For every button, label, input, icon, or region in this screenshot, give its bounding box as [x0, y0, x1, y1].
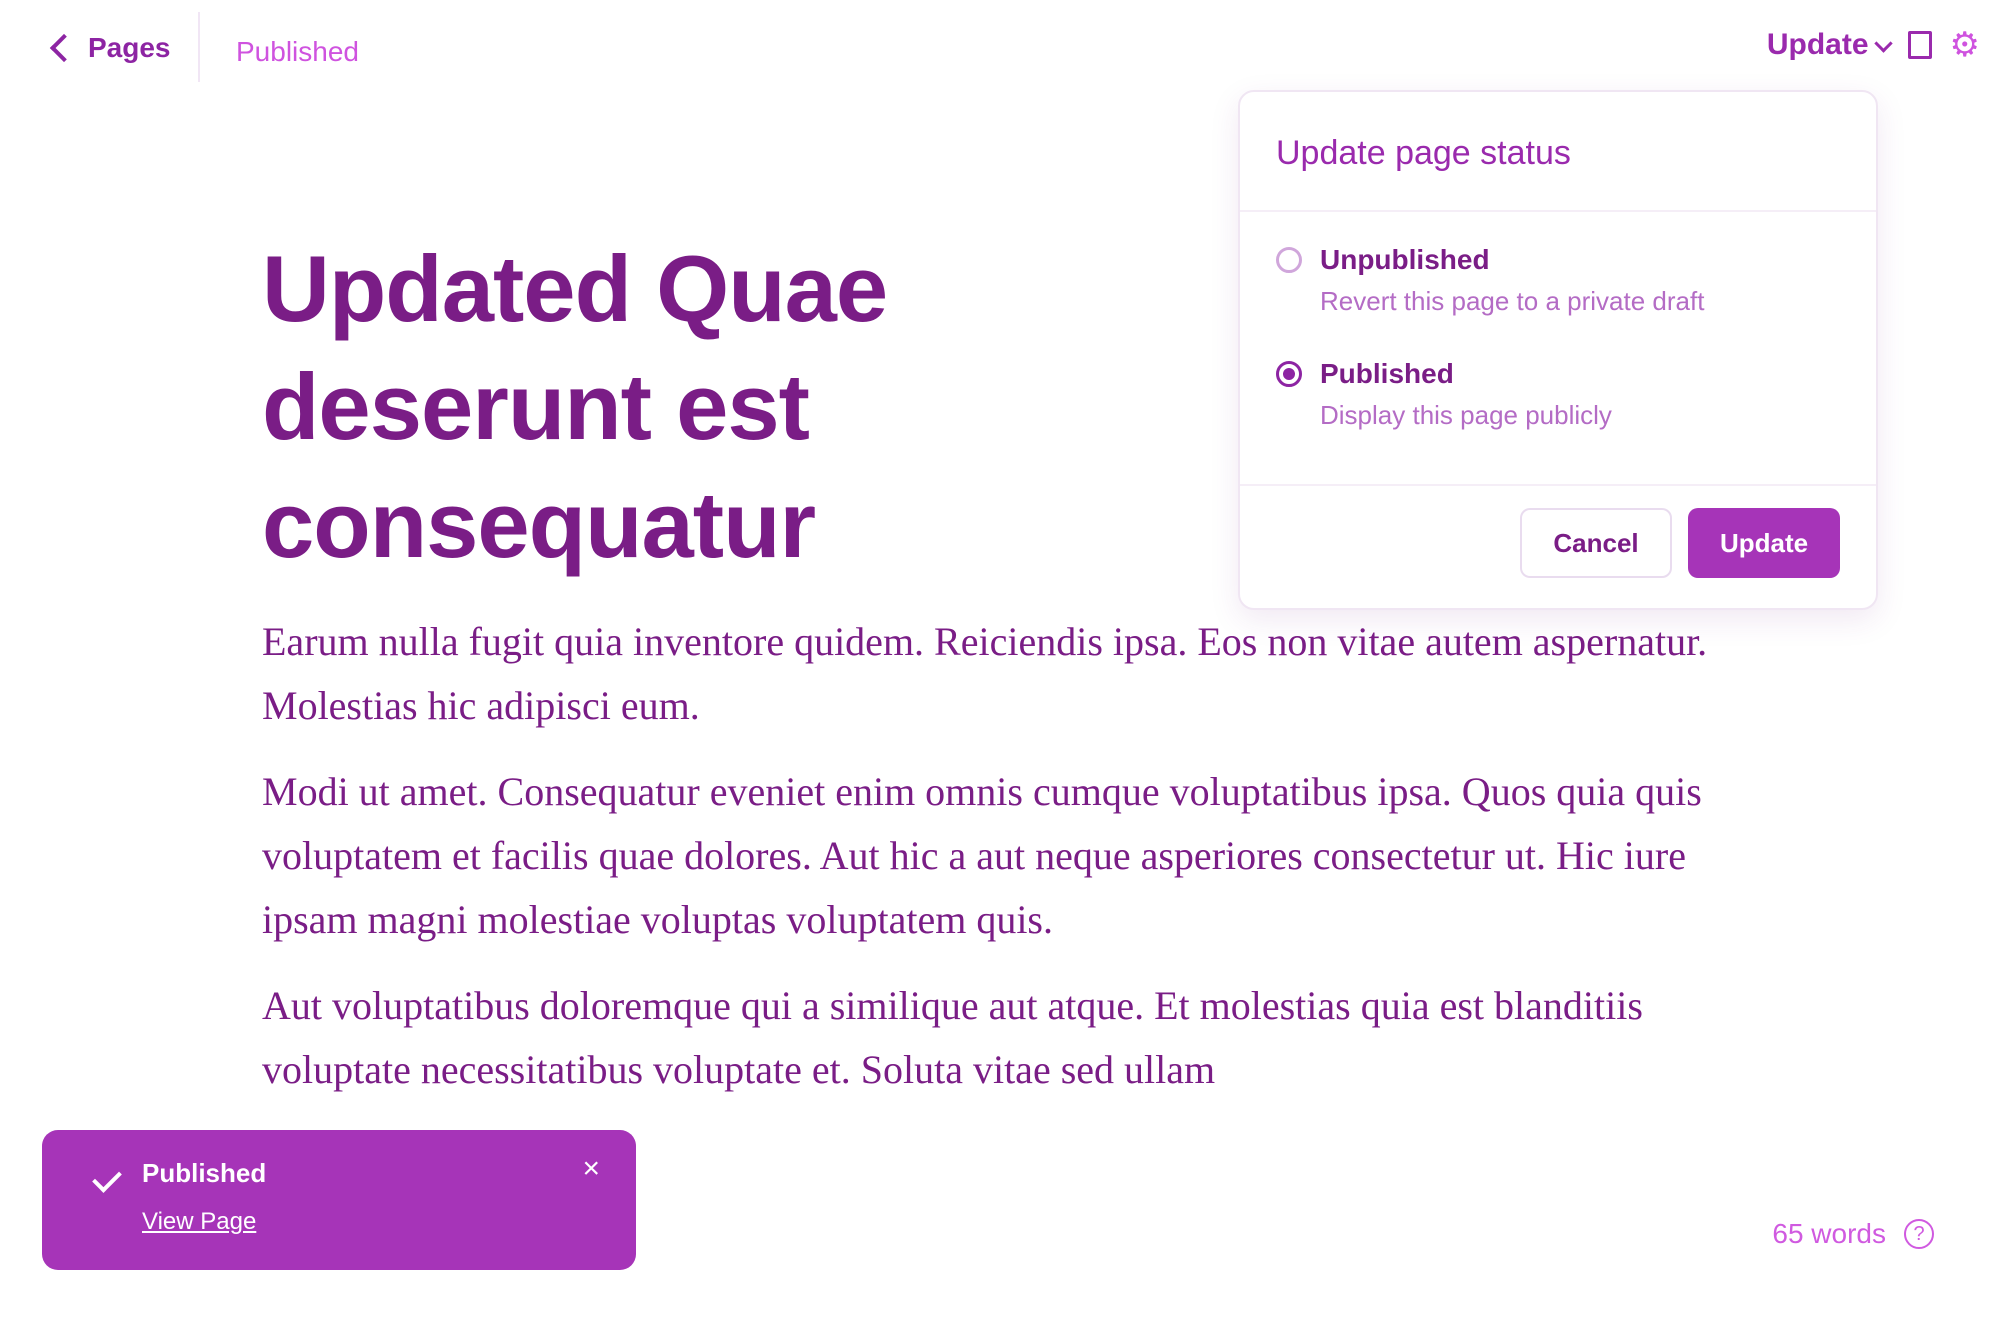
- update-button[interactable]: Update: [1688, 508, 1840, 578]
- header-divider: [198, 12, 200, 82]
- top-bar: Pages Published Update ⚙: [0, 0, 2000, 96]
- back-link-label: Pages: [88, 32, 171, 63]
- close-icon[interactable]: ×: [582, 1154, 600, 1184]
- editor-page: Pages Published Update ⚙ Updated Quae de…: [0, 0, 2000, 1320]
- view-page-link[interactable]: View Page: [142, 1208, 256, 1236]
- popover-title: Update page status: [1276, 134, 1571, 172]
- option-row: Unpublished: [1276, 244, 1836, 276]
- option-label: Published: [1320, 358, 1454, 389]
- popover-actions: Cancel Update: [1520, 508, 1840, 578]
- option-row: Published: [1276, 358, 1836, 390]
- body-paragraph[interactable]: Modi ut amet. Consequatur eveniet enim o…: [262, 760, 1762, 952]
- update-dropdown-label: Update: [1766, 28, 1869, 61]
- chevron-left-icon: [49, 33, 79, 63]
- toast-title: Published: [142, 1158, 267, 1188]
- page-title[interactable]: Updated Quae deserunt est consequatur: [262, 230, 1262, 584]
- option-description: Display this page publicly: [1320, 400, 1612, 430]
- status-option-unpublished[interactable]: Unpublished Revert this page to a privat…: [1276, 244, 1836, 317]
- radio-unpublished[interactable]: [1276, 247, 1302, 273]
- back-to-pages-link[interactable]: Pages: [49, 32, 171, 64]
- page-status-label: Published: [236, 36, 359, 67]
- radio-published[interactable]: [1276, 361, 1302, 387]
- popover-divider: [1240, 210, 1876, 212]
- cancel-button[interactable]: Cancel: [1520, 508, 1672, 578]
- body-paragraph[interactable]: Earum nulla fugit quia inventore quidem.…: [262, 610, 1762, 738]
- gear-icon[interactable]: ⚙: [1950, 28, 1980, 62]
- popover-divider: [1240, 484, 1876, 486]
- top-actions: Update ⚙: [1767, 28, 1980, 62]
- update-status-popover: Update page status Unpublished Revert th…: [1238, 90, 1878, 610]
- word-count: 65 words: [1772, 1218, 1886, 1249]
- published-toast: Published View Page ×: [42, 1130, 636, 1270]
- sidebar-toggle-icon[interactable]: [1907, 31, 1932, 59]
- body-paragraph[interactable]: Aut voluptatibus doloremque qui a simili…: [262, 974, 1762, 1102]
- word-count-area: 65 words ?: [1772, 1218, 1934, 1250]
- help-icon[interactable]: ?: [1904, 1219, 1934, 1249]
- option-label: Unpublished: [1320, 244, 1490, 275]
- option-description: Revert this page to a private draft: [1320, 286, 1705, 316]
- check-icon: [92, 1163, 122, 1193]
- update-dropdown-button[interactable]: Update: [1766, 28, 1893, 62]
- status-option-published[interactable]: Published Display this page publicly: [1276, 358, 1836, 431]
- chevron-down-icon: [1873, 33, 1893, 53]
